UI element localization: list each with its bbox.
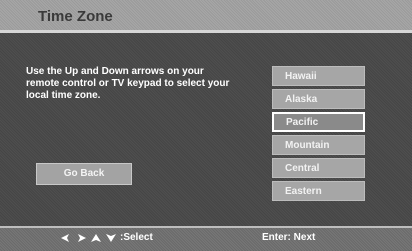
time-zone-option-alaska[interactable]: Alaska (272, 89, 365, 109)
header-bar: Time Zone (0, 0, 412, 30)
header-divider (0, 30, 412, 33)
tv-menu-screen: Time Zone Use the Up and Down arrows on … (0, 0, 412, 251)
go-back-button[interactable]: Go Back (36, 163, 132, 185)
time-zone-option-mountain[interactable]: Mountain (272, 135, 365, 155)
enter-next-hint: Enter: Next (262, 232, 316, 243)
down-arrow-icon (105, 233, 117, 243)
time-zone-option-eastern[interactable]: Eastern (272, 181, 365, 201)
time-zone-option-hawaii[interactable]: Hawaii (272, 66, 365, 86)
select-hint-label: :Select (120, 232, 153, 243)
instructions-text: Use the Up and Down arrows on your remot… (26, 66, 230, 101)
time-zone-option-pacific[interactable]: Pacific (272, 112, 365, 132)
left-arrow-icon (60, 233, 72, 243)
up-arrow-icon (90, 233, 102, 243)
time-zone-option-central[interactable]: Central (272, 158, 365, 178)
page-title: Time Zone (38, 8, 113, 25)
right-arrow-icon (75, 233, 87, 243)
time-zone-list: Hawaii Alaska Pacific Mountain Central E… (272, 66, 369, 204)
navigation-hint: :Select (60, 232, 153, 243)
